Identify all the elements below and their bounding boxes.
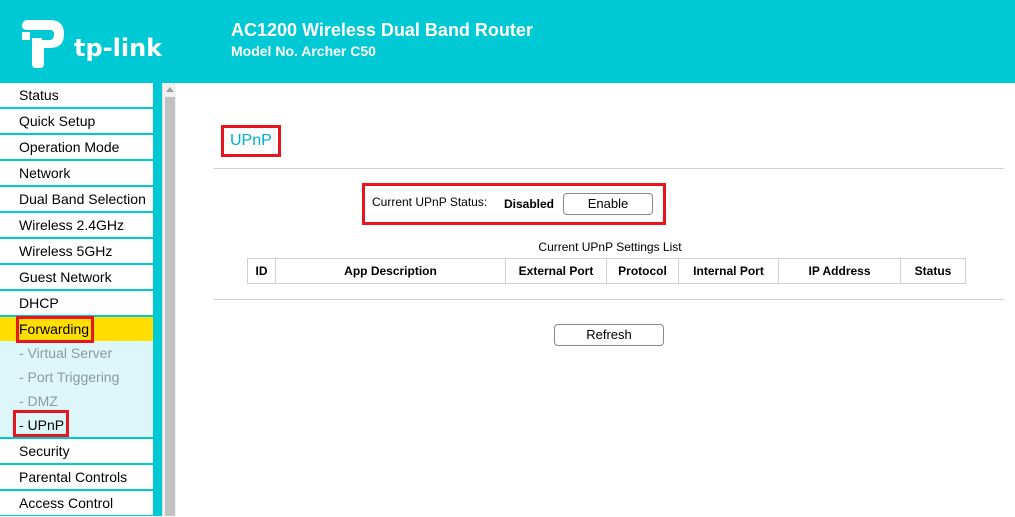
column-header-status: Status — [900, 258, 966, 284]
sidebar-subitem-virtual-server[interactable]: - Virtual Server — [0, 341, 153, 365]
sidebar-scrollbar[interactable] — [162, 83, 176, 516]
sidebar-item-network[interactable]: Network — [0, 161, 153, 185]
product-title: AC1200 Wireless Dual Band Router — [231, 20, 533, 40]
sidebar-item-guest-network[interactable]: Guest Network — [0, 265, 153, 289]
refresh-button[interactable]: Refresh — [554, 324, 664, 346]
sidebar-subitem-port-triggering[interactable]: - Port Triggering — [0, 365, 153, 389]
column-header-internal-port: Internal Port — [678, 258, 779, 284]
sidebar-item-access-control[interactable]: Access Control — [0, 491, 153, 515]
tp-link-logo-icon — [22, 20, 64, 68]
sidebar-item-wireless-5ghz[interactable]: Wireless 5GHz — [0, 239, 153, 263]
column-header-app-description: App Description — [275, 258, 506, 284]
sidebar-item-status[interactable]: Status — [0, 83, 153, 107]
page-title: UPnP — [221, 125, 281, 157]
settings-list-title: Current UPnP Settings List — [538, 240, 682, 254]
sidebar: Status Quick Setup Operation Mode Networ… — [0, 83, 162, 516]
table-header-row: ID App Description External Port Protoco… — [247, 258, 966, 284]
column-header-external-port: External Port — [505, 258, 607, 284]
sidebar-menu: Status Quick Setup Operation Mode Networ… — [0, 83, 153, 517]
upnp-status-label: Current UPnP Status: — [372, 195, 488, 209]
divider-top — [214, 168, 1004, 169]
model-number: Model No. Archer C50 — [231, 43, 376, 59]
column-header-protocol: Protocol — [606, 258, 679, 284]
sidebar-subitem-upnp[interactable]: - UPnP — [0, 413, 153, 437]
sidebar-item-parental-controls[interactable]: Parental Controls — [0, 465, 153, 489]
sidebar-item-dual-band-selection[interactable]: Dual Band Selection — [0, 187, 153, 211]
logo-text: tp-link — [74, 34, 163, 62]
enable-button[interactable]: Enable — [563, 193, 653, 215]
sidebar-item-wireless-24ghz[interactable]: Wireless 2.4GHz — [0, 213, 153, 237]
upnp-settings-table: ID App Description External Port Protoco… — [247, 258, 966, 284]
sidebar-item-security[interactable]: Security — [0, 439, 153, 463]
sidebar-item-operation-mode[interactable]: Operation Mode — [0, 135, 153, 159]
upnp-status-value: Disabled — [504, 197, 555, 211]
main-content: UPnP Current UPnP Status: Disabled Enabl… — [176, 83, 1015, 516]
divider-bottom — [214, 299, 1004, 300]
column-header-ip-address: IP Address — [778, 258, 901, 284]
scroll-thumb[interactable] — [165, 97, 175, 516]
sidebar-item-forwarding[interactable]: Forwarding — [0, 317, 153, 341]
header: tp-link AC1200 Wireless Dual Band Router… — [0, 0, 1015, 83]
sidebar-item-quick-setup[interactable]: Quick Setup — [0, 109, 153, 133]
scroll-up-icon[interactable] — [166, 87, 174, 92]
sidebar-item-dhcp[interactable]: DHCP — [0, 291, 153, 315]
forwarding-submenu: - Virtual Server - Port Triggering - DMZ… — [0, 341, 153, 437]
sidebar-subitem-dmz[interactable]: - DMZ — [0, 389, 153, 413]
column-header-id: ID — [247, 258, 276, 284]
